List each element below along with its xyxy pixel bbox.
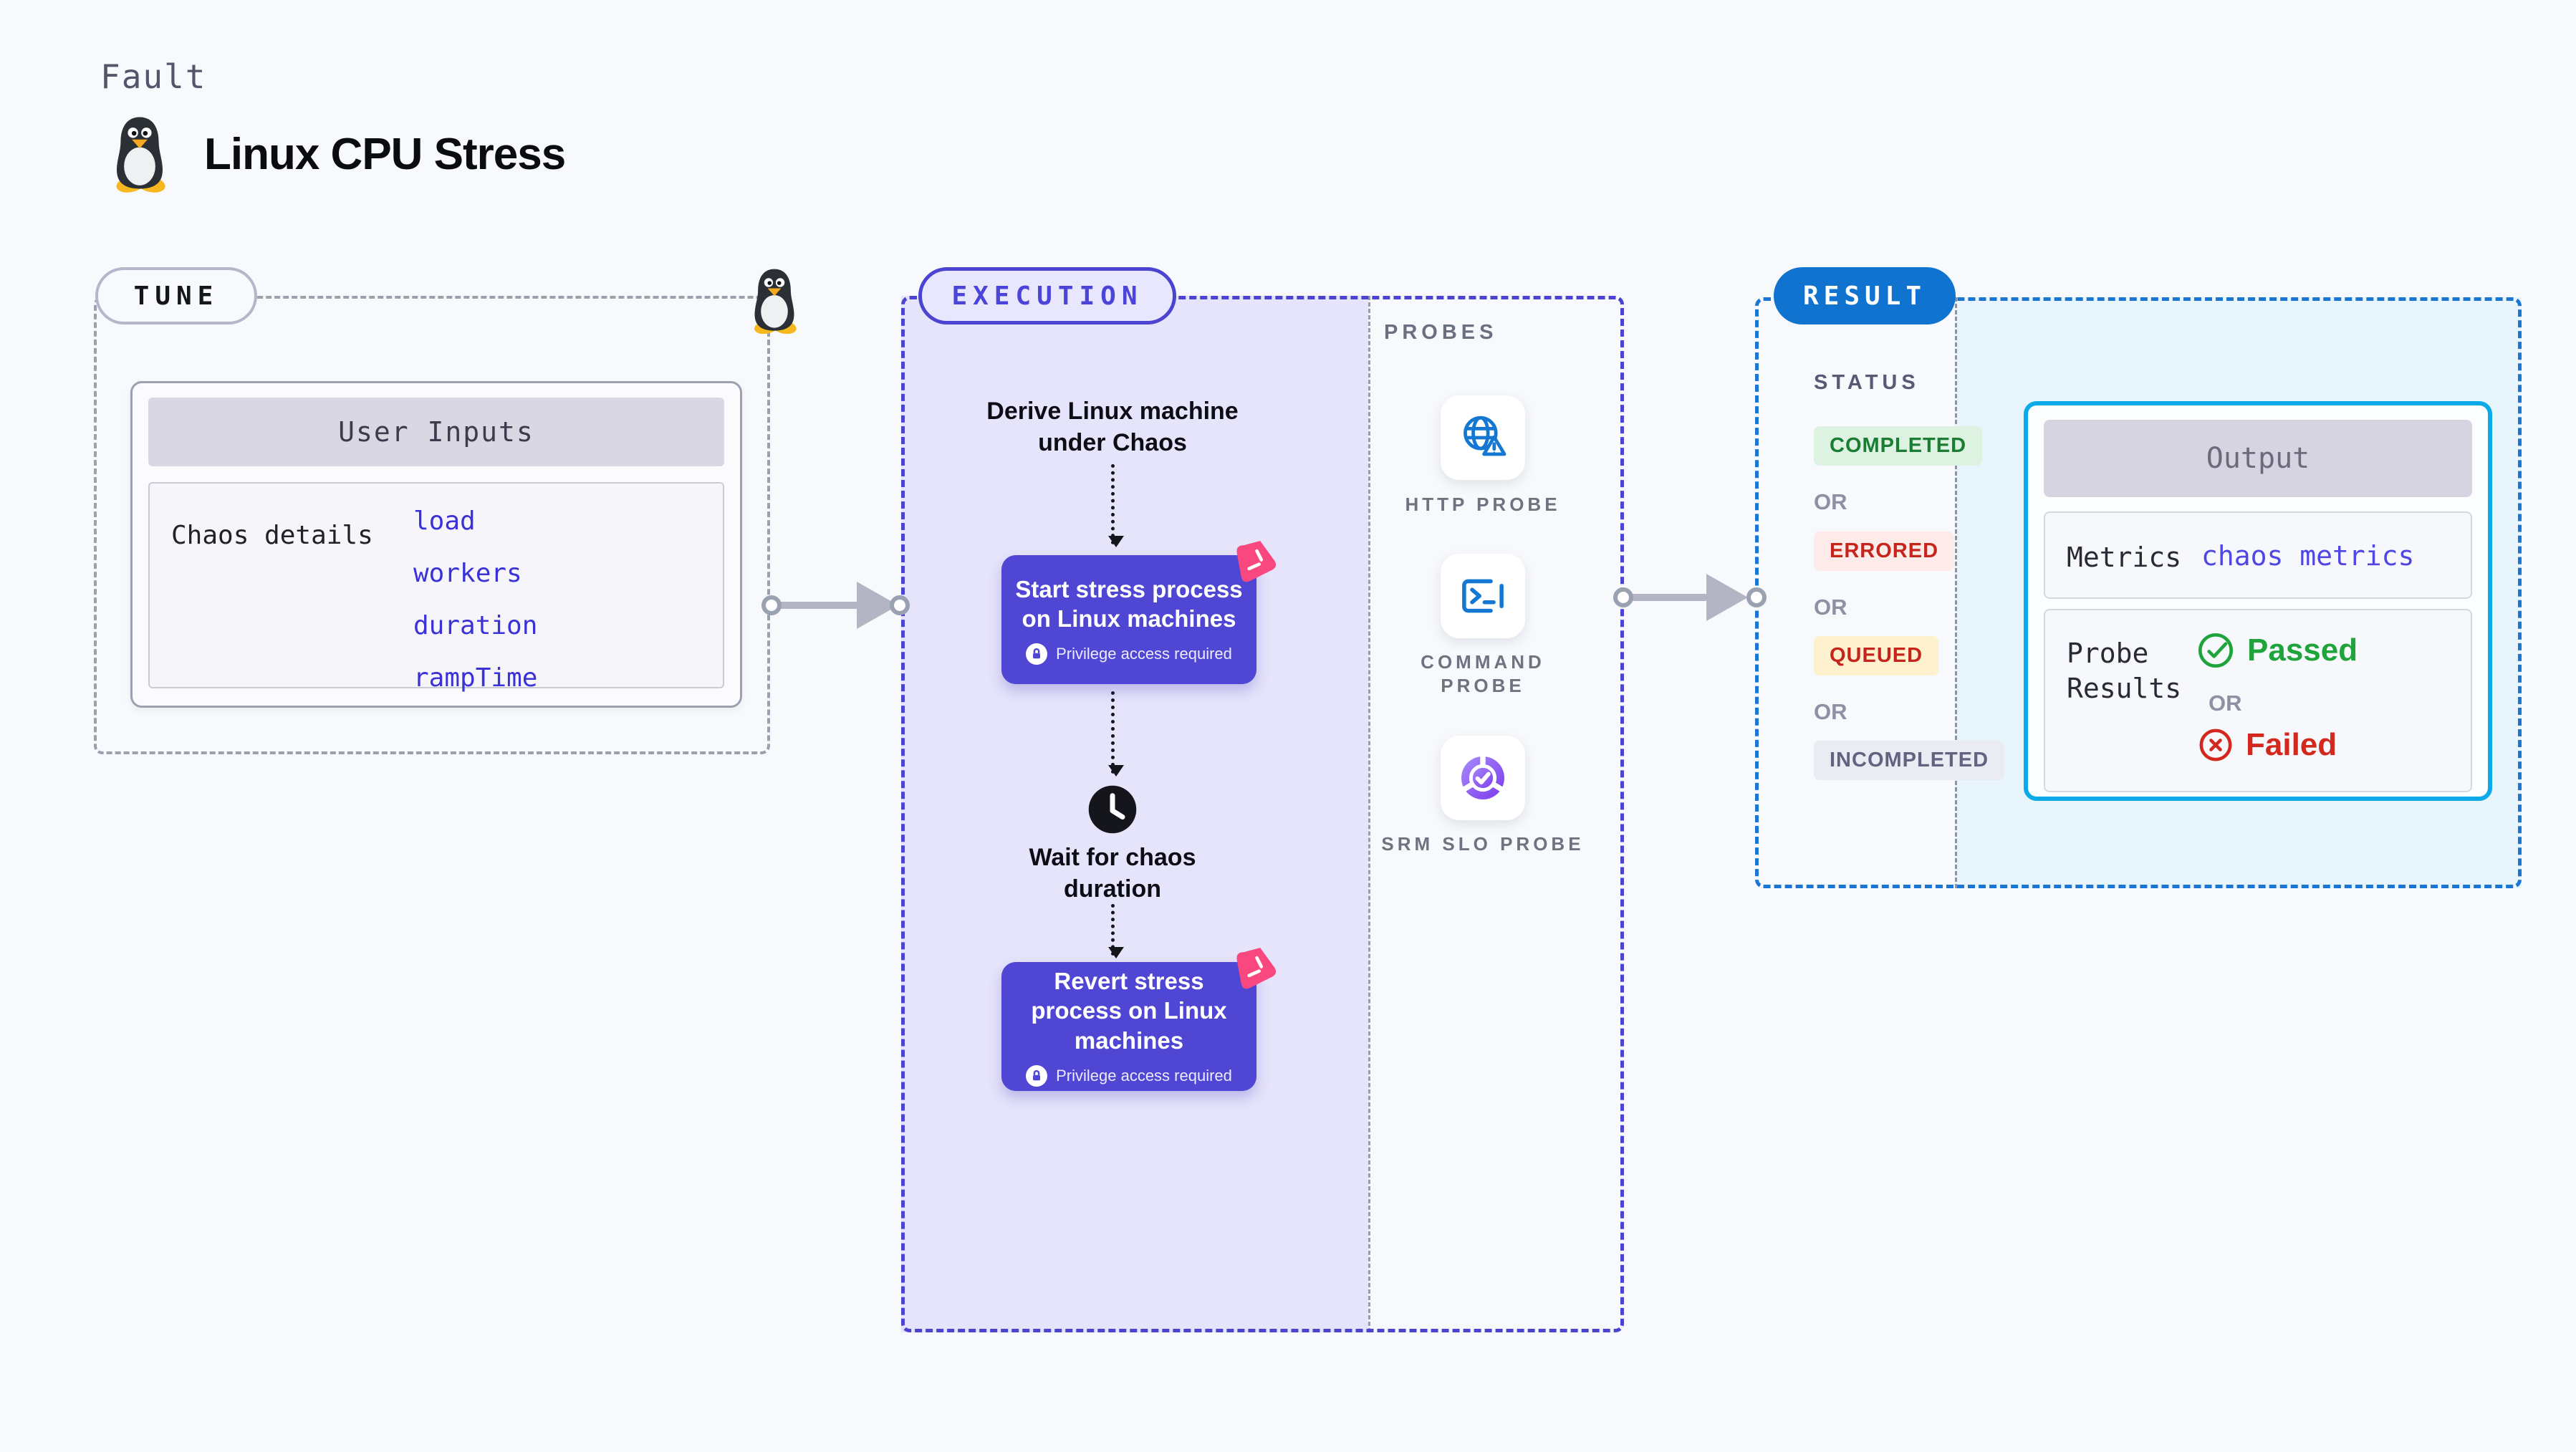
connector-dot xyxy=(1613,587,1633,607)
chaos-fault-icon xyxy=(1236,948,1277,989)
or-label: OR xyxy=(1814,595,1847,620)
x-circle-icon xyxy=(2199,729,2232,761)
privilege-row: Privilege access required xyxy=(1026,643,1232,665)
user-inputs-card: User Inputs Chaos details load workers d… xyxy=(130,381,742,708)
status-badge-errored: ERRORED xyxy=(1814,532,1955,571)
command-probe-card[interactable] xyxy=(1441,554,1525,638)
clock-icon xyxy=(1088,785,1137,834)
fault-kicker: Fault xyxy=(100,57,207,96)
http-probe-label: HTTP PROBE xyxy=(1405,494,1561,515)
slo-donut-icon xyxy=(1461,755,1504,799)
start-stress-title: Start stress process on Linux machines xyxy=(1015,575,1243,632)
linux-tux-icon xyxy=(116,117,165,193)
chaos-details-row: Chaos details load workers duration ramp… xyxy=(148,482,724,693)
fault-diagram: Fault Linux CPU Stress TUNE User Inputs … xyxy=(0,0,2576,1452)
globe-alert-icon xyxy=(1464,415,1506,456)
terminal-icon xyxy=(1462,579,1504,613)
failed-row: Failed xyxy=(2197,726,2337,764)
derive-step-text: Derive Linux machine under Chaos xyxy=(986,398,1239,457)
lock-icon xyxy=(1026,643,1048,665)
probe-results-row: Probe Results Passed OR Failed xyxy=(2044,609,2472,792)
failed-label: Failed xyxy=(2246,727,2337,762)
input-workers[interactable]: workers xyxy=(413,559,537,588)
probes-label: PROBES xyxy=(1384,321,1498,344)
chaos-fault-icon xyxy=(1236,541,1277,582)
chaos-details-label: Chaos details xyxy=(171,521,373,550)
revert-stress-title: Revert stress process on Linux machines xyxy=(1031,968,1227,1054)
privilege-row: Privilege access required xyxy=(1026,1064,1232,1087)
wait-step-text: Wait for chaos duration xyxy=(1029,844,1196,903)
execution-label: EXECUTION xyxy=(918,267,1176,324)
page-title: Linux CPU Stress xyxy=(204,129,566,179)
passed-label: Passed xyxy=(2247,633,2358,668)
or-label: OR xyxy=(2209,691,2242,716)
privilege-note: Privilege access required xyxy=(1056,1066,1232,1085)
output-header: Output xyxy=(2044,420,2472,497)
result-label: RESULT xyxy=(1774,267,1956,324)
status-badge-incompleted: INCOMPLETED xyxy=(1814,741,2005,780)
flow-arrow-icon xyxy=(1108,904,1124,958)
connector-dot xyxy=(1746,587,1767,607)
flow-arrow-icon xyxy=(1108,691,1124,777)
or-label: OR xyxy=(1814,489,1847,514)
title-row: Linux CPU Stress xyxy=(104,115,566,193)
user-inputs-header: User Inputs xyxy=(148,398,724,466)
status-label: STATUS xyxy=(1814,371,1920,394)
flow-arrow-icon xyxy=(1108,464,1124,547)
check-circle-icon xyxy=(2198,633,2234,668)
privilege-note: Privilege access required xyxy=(1056,645,1232,663)
lock-icon xyxy=(1026,1064,1048,1087)
connector-dot xyxy=(761,595,782,615)
connector-dot xyxy=(890,595,910,615)
or-label: OR xyxy=(1814,699,1847,724)
input-load[interactable]: load xyxy=(413,506,537,536)
start-stress-node[interactable]: Start stress process on Linux machines P… xyxy=(1001,555,1256,684)
inputs-list: load workers duration rampTime xyxy=(413,506,537,693)
command-probe-label: COMMAND PROBE xyxy=(1421,651,1545,696)
input-ramptime[interactable]: rampTime xyxy=(413,663,537,693)
srm-slo-probe-card[interactable] xyxy=(1441,736,1525,820)
http-probe-card[interactable] xyxy=(1441,395,1525,480)
chaos-metrics-link[interactable]: chaos metrics xyxy=(2201,540,2414,572)
status-badge-completed: COMPLETED xyxy=(1814,426,1983,466)
probe-results-label: Probe Results xyxy=(2067,638,2182,705)
status-badge-queued: QUEUED xyxy=(1814,636,1939,675)
output-card: Output Metrics chaos metrics Probe Resul… xyxy=(2024,401,2492,801)
arrow-right-icon xyxy=(1706,574,1748,621)
metrics-row: Metrics chaos metrics xyxy=(2044,511,2472,599)
linux-tux-icon-small xyxy=(754,269,797,335)
tune-label: TUNE xyxy=(95,267,257,324)
input-duration[interactable]: duration xyxy=(413,611,537,640)
passed-row: Passed xyxy=(2196,630,2358,670)
srm-slo-probe-label: SRM SLO PROBE xyxy=(1381,833,1585,855)
revert-stress-node[interactable]: Revert stress process on Linux machines … xyxy=(1001,962,1256,1091)
metrics-label: Metrics xyxy=(2067,542,2182,573)
